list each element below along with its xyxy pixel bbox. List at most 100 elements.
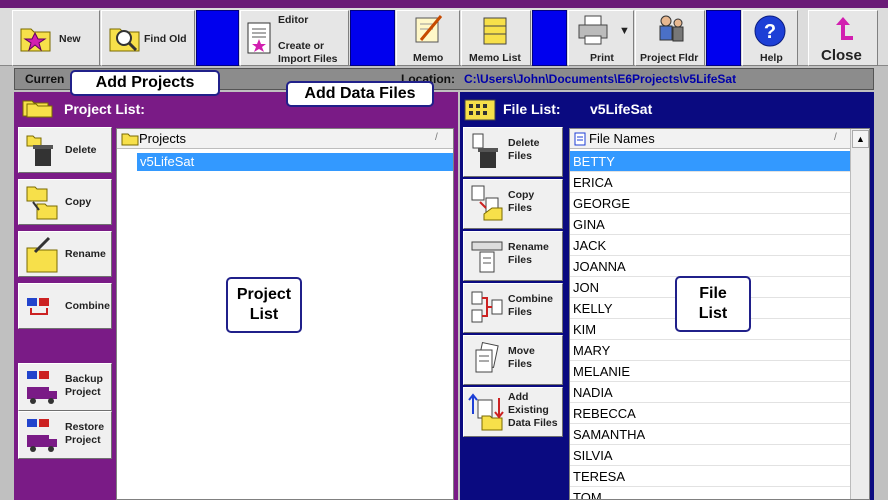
backup-label-1: Backup xyxy=(65,373,103,385)
trash-icon xyxy=(25,132,55,171)
move-files-button[interactable]: Move Files xyxy=(463,335,563,385)
scroll-up-icon[interactable]: ▲ xyxy=(852,130,869,148)
create-files-icon xyxy=(245,21,275,58)
file-row[interactable]: JOANNA xyxy=(570,256,850,277)
print-label: Print xyxy=(590,52,614,64)
project-list-callout-line-2: List xyxy=(249,306,279,323)
restore-project-button[interactable]: Restore Project xyxy=(18,411,112,459)
blue-separator-2 xyxy=(350,10,395,66)
memo-list-label: Memo List xyxy=(469,52,521,64)
delete-files-button[interactable]: Delete Files xyxy=(463,127,563,177)
file-list-callout-line-2: List xyxy=(698,305,728,322)
memo-label: Memo xyxy=(413,52,444,64)
file-row[interactable]: BETTY xyxy=(570,151,850,172)
delete-files-icon xyxy=(470,132,500,173)
copy-files-button[interactable]: Copy Files xyxy=(463,179,563,229)
file-row[interactable]: REBECCA xyxy=(570,403,850,424)
combine-projects-button[interactable]: Combine xyxy=(18,283,112,329)
create-import-files-button[interactable]: Editor Create or Import Files xyxy=(240,10,349,66)
add-existing-files-button[interactable]: Add Existing Data Files xyxy=(463,387,563,437)
rename-project-button[interactable]: Rename xyxy=(18,231,112,277)
memo-list-icon xyxy=(480,14,512,49)
file-row[interactable]: SAMANTHA xyxy=(570,424,850,445)
file-names-column-header[interactable]: File Names / xyxy=(570,129,850,149)
delete-files-label-1: Delete xyxy=(508,137,540,149)
new-label: New xyxy=(59,33,81,45)
file-row[interactable]: TOM xyxy=(570,487,850,499)
close-button[interactable]: Close xyxy=(808,10,878,66)
restore-label-2: Project xyxy=(65,434,101,446)
blue-separator-1 xyxy=(196,10,239,66)
project-folder-icon xyxy=(654,13,688,52)
rename-files-button[interactable]: Rename Files xyxy=(463,231,563,281)
project-list-callout-line-1: Project xyxy=(236,286,292,303)
memo-button[interactable]: Memo xyxy=(396,10,460,66)
blue-separator-3 xyxy=(532,10,567,66)
editor-label: Editor xyxy=(278,14,309,26)
memo-icon xyxy=(413,14,445,47)
find-old-button[interactable]: Find Old xyxy=(101,10,195,66)
file-row[interactable]: GEORGE xyxy=(570,193,850,214)
close-arrow-icon xyxy=(829,17,859,46)
file-row[interactable]: MARY xyxy=(570,340,850,361)
file-row[interactable]: TERESA xyxy=(570,466,850,487)
combine-files-button[interactable]: Combine Files xyxy=(463,283,563,333)
file-list-scrollbar[interactable]: ▲ xyxy=(850,129,869,499)
create-or-label: Create or xyxy=(278,40,325,52)
file-names-header-label: File Names xyxy=(589,131,655,146)
add-files-label-1: Add xyxy=(508,391,529,403)
new-project-icon xyxy=(19,23,53,56)
move-files-label-2: Files xyxy=(508,358,532,370)
copy-files-label-1: Copy xyxy=(508,189,535,201)
rename-files-label-1: Rename xyxy=(508,241,549,253)
add-data-files-callout: Add Data Files xyxy=(286,81,434,107)
location-path: C:\Users\John\Documents\E6Projects\v5Lif… xyxy=(464,72,737,86)
rename-files-label-2: Files xyxy=(508,254,532,266)
combine-icon xyxy=(25,294,59,323)
projects-column-header[interactable]: Projects / xyxy=(117,129,453,149)
delete-label: Delete xyxy=(65,144,97,156)
add-files-label-2: Existing xyxy=(508,404,549,416)
help-button[interactable]: ? Help xyxy=(742,10,798,66)
folder-icon xyxy=(121,132,139,149)
print-button[interactable]: ▼ Print xyxy=(568,10,634,66)
copy-files-label-2: Files xyxy=(508,202,532,214)
backup-project-button[interactable]: Backup Project xyxy=(18,363,112,411)
chevron-down-icon[interactable]: ▼ xyxy=(619,25,630,37)
file-row[interactable]: JACK xyxy=(570,235,850,256)
combine-files-label-2: Files xyxy=(508,306,532,318)
file-list-callout: File List xyxy=(675,276,751,332)
document-icon xyxy=(574,132,586,149)
delete-files-label-2: Files xyxy=(508,150,532,162)
new-project-button[interactable]: New xyxy=(12,10,100,66)
memo-list-button[interactable]: Memo List xyxy=(461,10,531,66)
file-row[interactable]: GINA xyxy=(570,214,850,235)
help-label: Help xyxy=(760,52,783,64)
project-row-selected[interactable]: v5LifeSat xyxy=(137,153,453,171)
add-files-label-3: Data Files xyxy=(508,417,558,429)
file-row[interactable]: SILVIA xyxy=(570,445,850,466)
combine-files-icon xyxy=(470,288,504,331)
help-icon: ? xyxy=(754,15,786,50)
project-list-callout: Project List xyxy=(226,277,302,333)
restore-truck-icon xyxy=(25,417,59,456)
rename-folder-icon xyxy=(25,236,59,277)
project-folder-button[interactable]: Project Fldr xyxy=(635,10,705,66)
file-list-title: File List: xyxy=(503,101,561,117)
combine-label: Combine xyxy=(65,300,110,312)
combine-files-label-1: Combine xyxy=(508,293,553,305)
delete-project-button[interactable]: Delete xyxy=(18,127,112,173)
close-label: Close xyxy=(821,47,862,64)
current-label: Curren xyxy=(25,72,65,86)
file-names-sort-mark: / xyxy=(834,132,837,143)
copy-project-button[interactable]: Copy xyxy=(18,179,112,225)
file-row[interactable]: ERICA xyxy=(570,172,850,193)
project-list-title: Project List: xyxy=(64,101,145,117)
toolbar: New Find Old Editor Create or Import Fil… xyxy=(0,8,888,66)
file-row[interactable]: NADIA xyxy=(570,382,850,403)
add-files-icon xyxy=(468,392,504,437)
window-title-bar xyxy=(0,0,888,8)
file-row[interactable]: MELANIE xyxy=(570,361,850,382)
copy-folders-icon xyxy=(25,184,59,225)
printer-icon xyxy=(577,14,611,49)
